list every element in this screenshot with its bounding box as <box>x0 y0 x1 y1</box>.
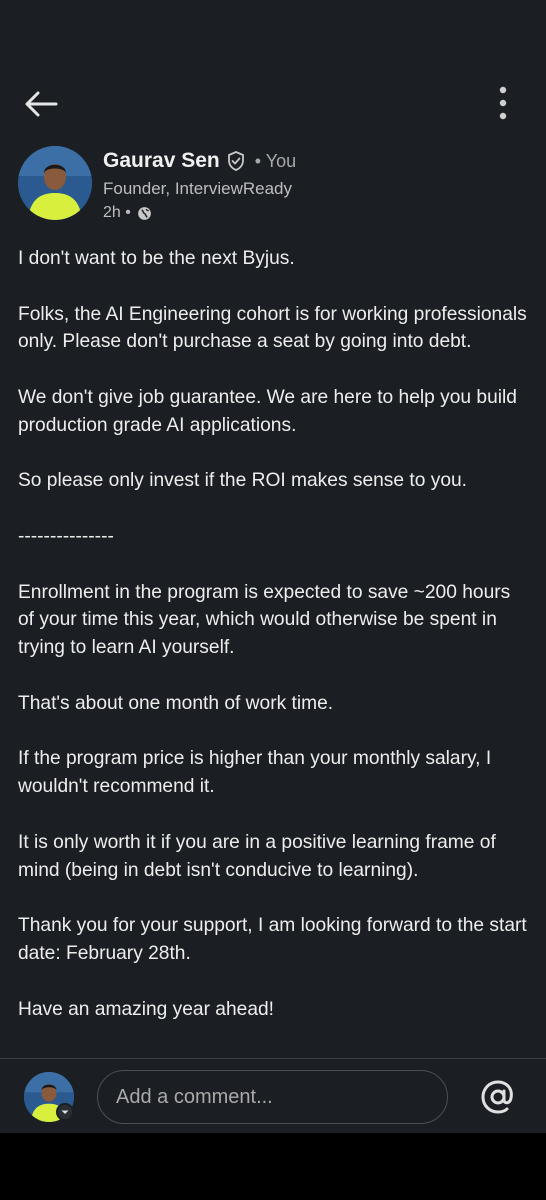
author-name[interactable]: Gaurav Sen <box>103 149 220 173</box>
post-time: 2h • <box>103 204 131 221</box>
post-paragraph: I don't want to be the next Byjus. <box>18 248 295 269</box>
author-headline: Founder, InterviewReady <box>103 179 292 198</box>
post-paragraph: Enrollment in the program is expected to… <box>18 581 511 659</box>
post-paragraph: It is only worth it if you are in a posi… <box>18 831 496 881</box>
globe-icon <box>137 206 151 220</box>
chevron-down-icon <box>58 1105 72 1119</box>
post-paragraph: If the program price is higher than your… <box>18 748 492 798</box>
post-paragraph: Thank you for your support, I am looking… <box>18 915 527 964</box>
back-button[interactable] <box>22 84 62 124</box>
post-body: I don't want to be the next Byjus. Folks… <box>18 245 530 1051</box>
top-app-bar <box>0 0 546 145</box>
post-paragraph: Folks, the AI Engineering cohort is for … <box>18 303 527 353</box>
comment-input[interactable] <box>97 1070 448 1124</box>
avatar-photo <box>18 146 92 220</box>
post-author: Gaurav Sen • You Founder, InterviewReady… <box>18 146 528 230</box>
system-navigation-bar <box>0 1133 546 1200</box>
verified-shield-icon <box>227 151 244 171</box>
post-paragraph: That's about one month of work time. <box>18 692 334 714</box>
comment-bar <box>0 1059 546 1133</box>
post-paragraph: So please only invest if the ROI makes s… <box>18 470 468 492</box>
arrow-left-icon <box>25 91 58 117</box>
post-paragraph: We don't give job guarantee. We are here… <box>18 386 517 436</box>
post-separator: --------------- <box>18 525 114 547</box>
more-vertical-icon <box>499 86 507 120</box>
more-options-button[interactable] <box>488 82 518 126</box>
author-relation: • You <box>254 150 297 171</box>
author-avatar[interactable] <box>18 146 92 220</box>
post-meta: 2h • <box>103 204 152 222</box>
account-switch-badge[interactable] <box>56 1103 74 1121</box>
author-name-row: Gaurav Sen • You <box>103 149 296 173</box>
post-paragraph: Have an amazing year ahead! <box>18 998 274 1020</box>
mention-button[interactable] <box>478 1077 518 1117</box>
at-sign-icon <box>481 1080 513 1114</box>
